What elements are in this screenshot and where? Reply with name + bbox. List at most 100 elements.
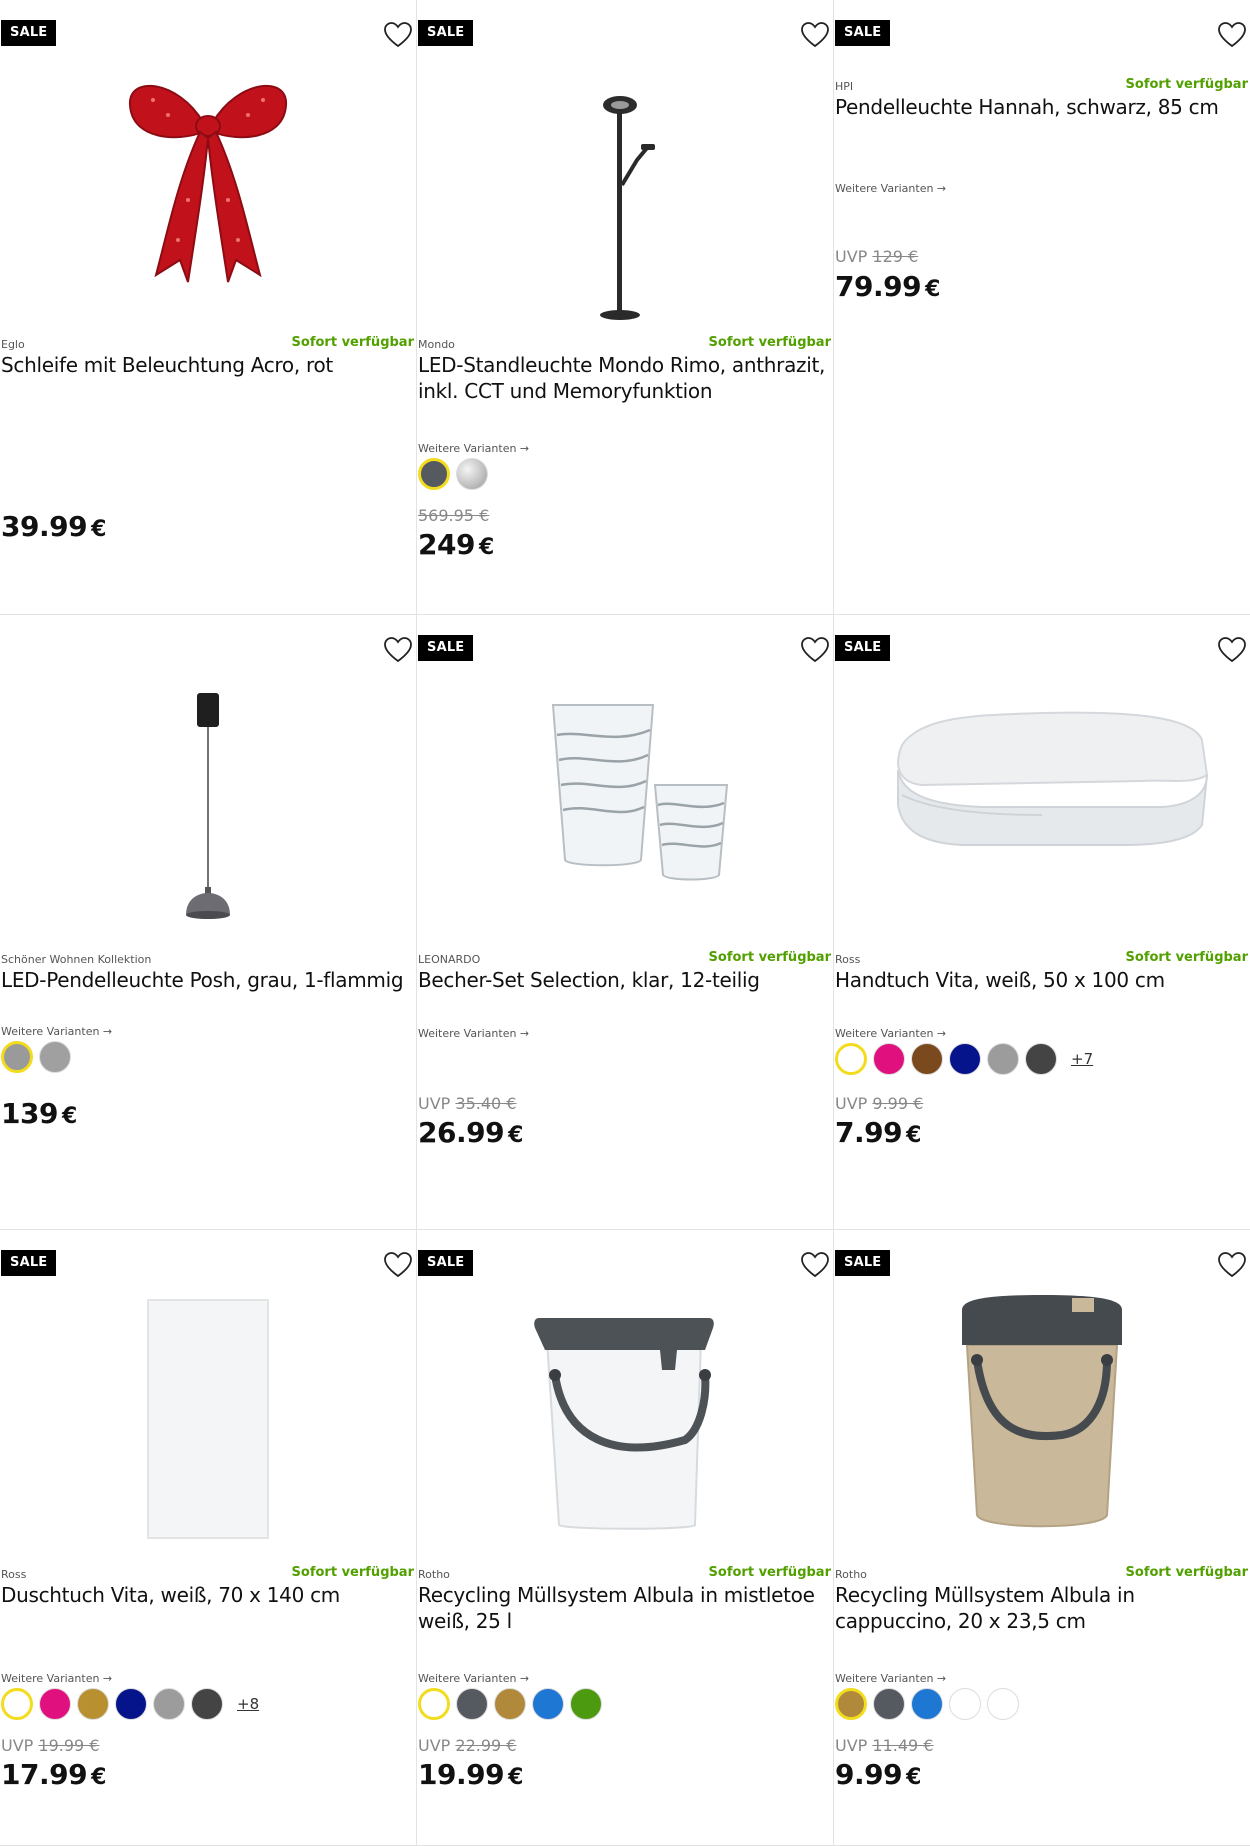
swatch-braun[interactable] — [911, 1043, 943, 1075]
heart-icon[interactable] — [1217, 20, 1247, 50]
product-title[interactable]: Duschtuch Vita, weiß, 70 x 140 cm — [1, 1582, 414, 1608]
availability-label: Sofort verfügbar — [291, 335, 414, 350]
product-card[interactable]: SALE Rotho Sofort verfügbar Recycling Mü… — [834, 1230, 1250, 1846]
variants-link[interactable]: Weitere Varianten → — [418, 1672, 529, 1685]
color-swatches: +8 — [1, 1688, 259, 1720]
product-title[interactable]: Handtuch Vita, weiß, 50 x 100 cm — [835, 967, 1248, 993]
sale-badge: SALE — [835, 1250, 891, 1276]
old-price: UVP 22.99 € — [418, 1736, 517, 1755]
product-title[interactable]: Recycling Müllsystem Albula in cappuccin… — [835, 1582, 1248, 1634]
brand-label: Ross — [835, 953, 861, 966]
swatch-grau-2[interactable] — [39, 1041, 71, 1073]
product-title[interactable]: LED-Standleuchte Mondo Rimo, anthrazit, … — [418, 352, 831, 404]
swatch-blau[interactable] — [949, 1043, 981, 1075]
brand-label: HPI — [835, 80, 854, 93]
variants-link[interactable]: Weitere Varianten → — [1, 1025, 112, 1038]
color-swatches: +7 — [835, 1043, 1093, 1075]
variants-link[interactable]: Weitere Varianten → — [835, 1672, 946, 1685]
product-grid: SALE Eglo Sofort verfügbar Schleife mit … — [0, 0, 1250, 1846]
bath-sheet-image[interactable] — [0, 1290, 416, 1565]
heart-icon[interactable] — [800, 1250, 830, 1280]
product-card[interactable]: SALE Ross Sofort verfügbar Handtuch Vita… — [834, 615, 1250, 1230]
product-title[interactable]: Schleife mit Beleuchtung Acro, rot — [1, 352, 414, 378]
swatch-gold[interactable] — [494, 1688, 526, 1720]
heart-icon[interactable] — [800, 20, 830, 50]
product-card[interactable]: SALE Ross Sofort verfügbar Duschtuch Vit… — [0, 1230, 417, 1846]
swatch-blau[interactable] — [532, 1688, 564, 1720]
swatch-pink[interactable] — [873, 1043, 905, 1075]
product-card[interactable]: SALE LEONARDO Sofort verfügbar Becher-Se… — [417, 615, 834, 1230]
price: 79.99 € — [835, 270, 940, 303]
swatch-weiss[interactable] — [835, 1043, 867, 1075]
sale-badge: SALE — [835, 20, 891, 46]
swatch-blau[interactable] — [911, 1688, 943, 1720]
glasses-image[interactable] — [417, 675, 833, 950]
heart-icon[interactable] — [383, 635, 413, 665]
old-price: UVP 35.40 € — [418, 1094, 517, 1113]
variants-link[interactable]: Weitere Varianten → — [418, 442, 529, 455]
product-title[interactable]: LED-Pendelleuchte Posh, grau, 1-flammig — [1, 967, 414, 993]
pendant-lamp-image[interactable] — [0, 675, 416, 950]
swatch-anthrazit[interactable] — [456, 1688, 488, 1720]
floor-lamp-image[interactable] — [417, 60, 833, 335]
swatch-grau[interactable] — [1, 1041, 33, 1073]
product-title[interactable]: Becher-Set Selection, klar, 12-teilig — [418, 967, 831, 993]
heart-icon[interactable] — [1217, 635, 1247, 665]
swatch-chrom[interactable] — [456, 458, 488, 490]
brand-label: Schöner Wohnen Kollektion — [1, 953, 152, 966]
swatch-anthrazit[interactable] — [873, 1688, 905, 1720]
white-bin-image[interactable] — [417, 1290, 833, 1565]
sale-badge: SALE — [1, 20, 57, 46]
more-variants-link[interactable]: +8 — [237, 1695, 259, 1713]
towel-image[interactable] — [834, 675, 1250, 950]
price: 249 € — [418, 528, 494, 561]
heart-icon[interactable] — [1217, 1250, 1247, 1280]
variants-link[interactable]: Weitere Varianten → — [835, 182, 946, 195]
swatch-pink[interactable] — [39, 1688, 71, 1720]
color-swatches — [418, 458, 488, 490]
price: 26.99 € — [418, 1116, 523, 1149]
color-swatches — [835, 1688, 1019, 1720]
heart-icon[interactable] — [383, 20, 413, 50]
swatch-gold[interactable] — [77, 1688, 109, 1720]
product-card[interactable]: SALE HPI Sofort verfügbar Pendelleuchte … — [834, 0, 1250, 615]
swatch-blau[interactable] — [115, 1688, 147, 1720]
availability-label: Sofort verfügbar — [708, 1565, 831, 1580]
availability-label: Sofort verfügbar — [291, 1565, 414, 1580]
heart-icon[interactable] — [383, 1250, 413, 1280]
product-card[interactable]: SALE Eglo Sofort verfügbar Schleife mit … — [0, 0, 417, 615]
swatch-grau[interactable] — [987, 1043, 1019, 1075]
swatch-anthrazit[interactable] — [191, 1688, 223, 1720]
sale-badge: SALE — [418, 1250, 474, 1276]
swatch-cappuccino[interactable] — [835, 1688, 867, 1720]
swatch-weiss[interactable] — [1, 1688, 33, 1720]
product-card[interactable]: SALE Mondo Sofort verfügbar LED-Standleu… — [417, 0, 834, 615]
variants-link[interactable]: Weitere Varianten → — [418, 1027, 529, 1040]
product-title[interactable]: Recycling Müllsystem Albula in mistletoe… — [418, 1582, 831, 1634]
color-swatches — [418, 1688, 602, 1720]
sale-badge: SALE — [418, 635, 474, 661]
swatch-anthrazit[interactable] — [1025, 1043, 1057, 1075]
swatch-weiss-2[interactable] — [987, 1688, 1019, 1720]
price: 19.99 € — [418, 1758, 523, 1791]
product-card[interactable]: SALE Rotho Sofort verfügbar Recycling Mü… — [417, 1230, 834, 1846]
heart-icon[interactable] — [800, 635, 830, 665]
product-card[interactable]: Schöner Wohnen Kollektion LED-Pendelleuc… — [0, 615, 417, 1230]
red-bow-image[interactable] — [0, 60, 416, 335]
swatch-weiss[interactable] — [949, 1688, 981, 1720]
swatch-grau[interactable] — [153, 1688, 185, 1720]
variants-link[interactable]: Weitere Varianten → — [1, 1672, 112, 1685]
swatch-weiss[interactable] — [418, 1688, 450, 1720]
swatch-anthrazit[interactable] — [418, 458, 450, 490]
swatch-gruen[interactable] — [570, 1688, 602, 1720]
product-title[interactable]: Pendelleuchte Hannah, schwarz, 85 cm — [835, 94, 1248, 120]
price: 139 € — [1, 1097, 77, 1130]
more-variants-link[interactable]: +7 — [1071, 1050, 1093, 1068]
availability-label: Sofort verfügbar — [1125, 1565, 1248, 1580]
price: 39.99 € — [1, 510, 106, 543]
cappuccino-bin-image[interactable] — [834, 1290, 1250, 1565]
variants-link[interactable]: Weitere Varianten → — [835, 1027, 946, 1040]
price: 9.99 € — [835, 1758, 921, 1791]
brand-label: Ross — [1, 1568, 27, 1581]
sale-badge: SALE — [1, 1250, 57, 1276]
